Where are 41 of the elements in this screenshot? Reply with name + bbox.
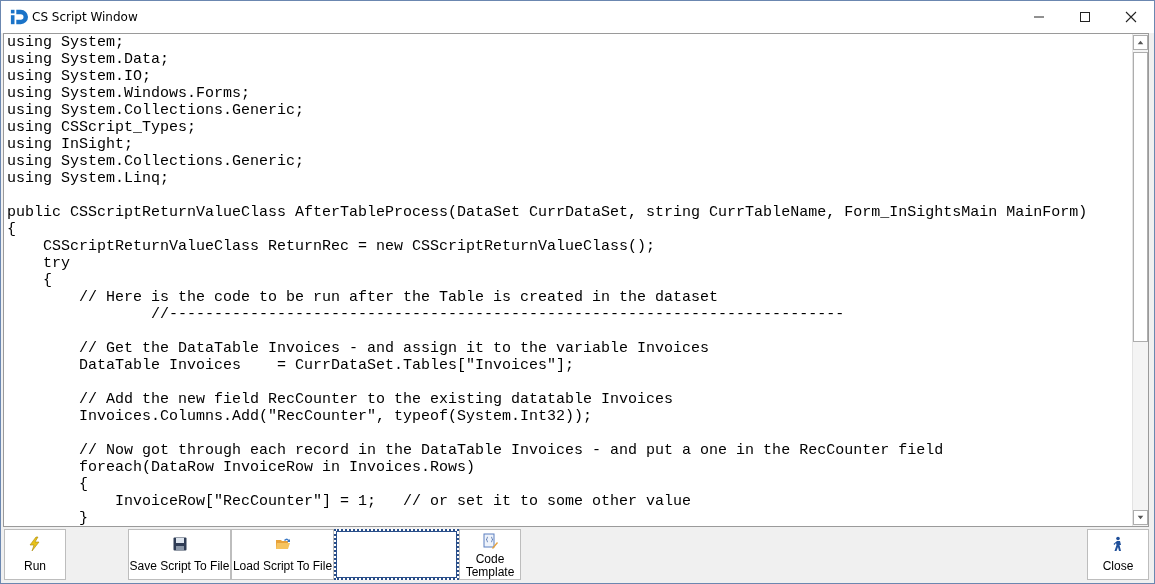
code-line: InvoiceRow["RecCounter"] = 1; // or set it to some other value bbox=[114, 493, 692, 510]
code-line: using System.Collections.Generic; bbox=[7, 102, 305, 119]
code-line: using CSScript_Types; bbox=[7, 119, 197, 136]
toolbar-button[interactable]: Code Template bbox=[459, 529, 521, 580]
scrollbar[interactable] bbox=[1132, 34, 1148, 526]
code-line: using System.Linq; bbox=[7, 170, 170, 187]
blank-button[interactable] bbox=[334, 529, 459, 580]
code-line: using System; bbox=[7, 34, 125, 51]
code-line: // Get the DataTable Invoices - and assign it to the variable Invoices bbox=[78, 340, 710, 357]
code-line: DataTable Invoices = CurrDataSet.Tables["Invoices"]; bbox=[78, 357, 575, 374]
code-line: } bbox=[78, 510, 88, 526]
toolbar-button[interactable]: Load Script To File bbox=[231, 529, 334, 580]
lightning-icon bbox=[27, 536, 43, 552]
code-line: using InSight; bbox=[7, 136, 134, 153]
code-line: using System.Collections.Generic; bbox=[7, 153, 305, 170]
code-line: { bbox=[78, 476, 88, 493]
code-line: using System.Data; bbox=[7, 51, 170, 68]
code-editor[interactable] bbox=[3, 33, 1149, 527]
scroll-down-icon[interactable] bbox=[1133, 510, 1148, 525]
code-file-icon bbox=[482, 533, 498, 549]
toolbar-button[interactable]: Close bbox=[1087, 529, 1149, 580]
code-line: try bbox=[42, 255, 70, 272]
code-line: public CSScriptReturnValueClass AfterTableProcess(DataSet CurrDataSet, string CurrTableName, Form_InSightsMain MainForm) bbox=[7, 204, 1088, 221]
code-line: { bbox=[42, 272, 52, 289]
code-line: // Add the new field RecCounter to the existing datatable Invoices bbox=[78, 391, 674, 408]
code-line: using System.Windows.Forms; bbox=[7, 85, 251, 102]
window-title: CS Script Window bbox=[32, 10, 138, 24]
code-line: foreach(DataRow InvoiceRow in Invoices.Rows) bbox=[78, 459, 476, 476]
code-line: // Here is the code to be run after the Table is created in the dataset bbox=[78, 289, 719, 306]
code-line: // Now got through each record in the DataTable Invoices - and put a one in the RecCounter field bbox=[78, 442, 944, 459]
code-line: Invoices.Columns.Add("RecCounter", typeof(System.Int32)); bbox=[78, 408, 593, 425]
scroll-up-icon[interactable] bbox=[1133, 35, 1148, 50]
scroll-thumb[interactable] bbox=[1133, 52, 1148, 342]
open-folder-icon bbox=[274, 536, 291, 552]
code-line: { bbox=[7, 221, 16, 238]
toolbar-button[interactable]: Save Script To File bbox=[128, 529, 231, 580]
code-line: CSScriptReturnValueClass ReturnRec = new CSScriptReturnValueClass(); bbox=[42, 238, 656, 255]
app-logo-icon bbox=[10, 8, 28, 26]
code-line: using System.IO; bbox=[7, 68, 152, 85]
code-line: //--------------------------------------------------------------------------- bbox=[150, 306, 845, 323]
toolbar-button[interactable]: Run bbox=[4, 529, 66, 580]
